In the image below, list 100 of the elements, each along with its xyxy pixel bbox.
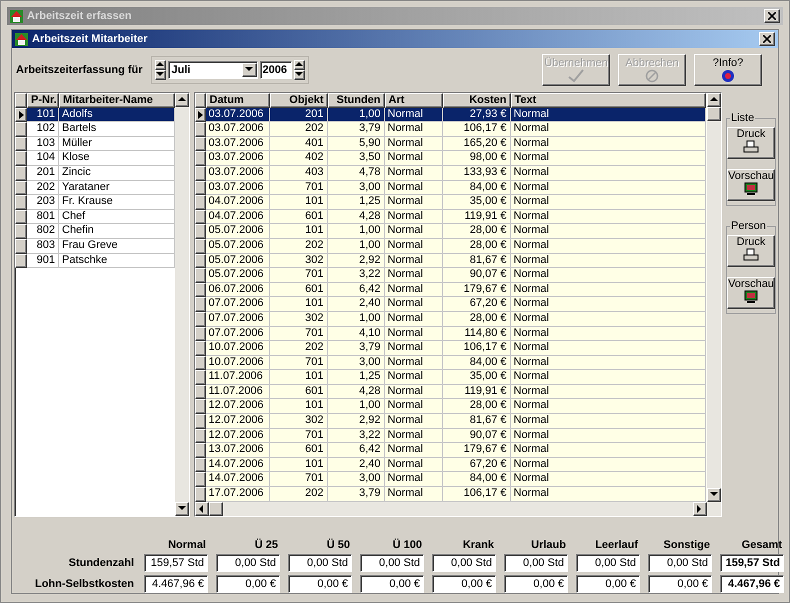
table-cell[interactable]: 106,17 € [442, 341, 510, 356]
table-cell[interactable]: Normal [510, 414, 706, 429]
table-cell[interactable]: Normal [384, 238, 442, 254]
row-selector[interactable] [15, 166, 27, 181]
table-cell[interactable]: Normal [510, 180, 706, 196]
table-cell[interactable]: 05.07.2006 [206, 224, 270, 239]
table-cell[interactable]: 81,67 € [442, 414, 510, 429]
table-cell[interactable]: 10.07.2006 [206, 356, 270, 370]
table-cell[interactable]: 12.07.2006 [206, 399, 270, 414]
table-cell[interactable]: 1,00 [328, 238, 384, 254]
table-cell[interactable]: 803 [27, 238, 59, 254]
row-selector[interactable] [194, 151, 206, 166]
table-cell[interactable]: 165,20 € [442, 136, 510, 152]
table-cell[interactable]: 401 [270, 136, 328, 152]
table-cell[interactable]: 101 [270, 458, 328, 472]
year-field[interactable]: 2006 [260, 61, 292, 79]
table-cell[interactable]: 4,28 [328, 210, 384, 224]
table-cell[interactable]: 1,00 [328, 399, 384, 414]
table-cell[interactable]: Normal [384, 136, 442, 152]
table-cell[interactable]: 601 [270, 443, 328, 458]
table-cell[interactable]: Normal [510, 238, 706, 254]
table-cell[interactable]: 1,25 [328, 195, 384, 210]
table-cell[interactable]: 35,00 € [442, 195, 510, 210]
table-cell[interactable]: 2,40 [328, 297, 384, 312]
table-cell[interactable]: Normal [384, 472, 442, 488]
table-cell[interactable]: 203 [27, 195, 59, 210]
table-cell[interactable]: Normal [384, 282, 442, 298]
table-cell[interactable]: 35,00 € [442, 370, 510, 385]
table-cell[interactable]: Normal [510, 472, 706, 488]
table-cell[interactable]: 901 [27, 254, 59, 268]
row-selector[interactable] [194, 341, 206, 356]
table-cell[interactable]: 11.07.2006 [206, 370, 270, 385]
table-cell[interactable]: 106,17 € [442, 487, 510, 502]
table-cell[interactable]: Normal [384, 297, 442, 312]
column-header[interactable]: Mitarbeiter-Name [59, 93, 174, 108]
table-cell[interactable]: Normal [510, 268, 706, 283]
table-cell[interactable]: 28,00 € [442, 399, 510, 414]
table-cell[interactable]: Normal [384, 428, 442, 444]
table-cell[interactable]: 05.07.2006 [206, 238, 270, 254]
table-cell[interactable]: Normal [384, 384, 442, 400]
table-cell[interactable]: 102 [27, 122, 59, 137]
spin-up-button[interactable] [294, 60, 305, 70]
table-cell[interactable]: 07.07.2006 [206, 297, 270, 312]
table-cell[interactable]: 801 [27, 210, 59, 224]
close-button[interactable] [759, 32, 775, 46]
table-cell[interactable]: 202 [270, 487, 328, 502]
table-cell[interactable]: 601 [270, 384, 328, 400]
table-cell[interactable]: 302 [270, 312, 328, 326]
table-cell[interactable]: 10.07.2006 [206, 341, 270, 356]
table-cell[interactable]: 05.07.2006 [206, 268, 270, 283]
table-cell[interactable]: 119,91 € [442, 210, 510, 224]
table-cell[interactable]: 11.07.2006 [206, 384, 270, 400]
table-cell[interactable]: Adolfs [59, 108, 174, 122]
close-button[interactable] [764, 9, 780, 23]
column-header[interactable]: Art [384, 93, 442, 108]
row-selector[interactable] [194, 180, 206, 196]
table-cell[interactable]: Normal [510, 254, 706, 268]
row-selector[interactable] [194, 297, 206, 312]
table-cell[interactable]: Chef [59, 210, 174, 224]
table-cell[interactable]: 202 [270, 122, 328, 137]
table-cell[interactable]: Normal [510, 384, 706, 400]
table-cell[interactable]: 04.07.2006 [206, 210, 270, 224]
table-cell[interactable]: 4,28 [328, 384, 384, 400]
table-cell[interactable]: 802 [27, 224, 59, 239]
table-cell[interactable]: 14.07.2006 [206, 458, 270, 472]
table-cell[interactable]: Normal [510, 443, 706, 458]
table-cell[interactable]: Patschke [59, 254, 174, 268]
table-cell[interactable]: 2,92 [328, 254, 384, 268]
table-cell[interactable]: Normal [510, 195, 706, 210]
column-header[interactable]: Text [510, 93, 706, 108]
table-cell[interactable]: 601 [270, 282, 328, 298]
table-cell[interactable]: 201 [270, 108, 328, 122]
table-cell[interactable]: Normal [384, 151, 442, 166]
table-cell[interactable]: Normal [384, 487, 442, 502]
table-cell[interactable]: 701 [270, 472, 328, 488]
table-cell[interactable]: 1,00 [328, 312, 384, 326]
table-cell[interactable]: 104 [27, 151, 59, 166]
table-cell[interactable]: 4,78 [328, 166, 384, 181]
table-cell[interactable]: Normal [384, 224, 442, 239]
row-selector[interactable] [194, 282, 206, 298]
row-selector[interactable] [194, 136, 206, 152]
table-cell[interactable]: 05.07.2006 [206, 254, 270, 268]
table-cell[interactable]: 28,00 € [442, 224, 510, 239]
row-selector[interactable] [194, 238, 206, 254]
vertical-scrollbar[interactable] [707, 93, 721, 516]
month-dropdown[interactable]: Juli [168, 61, 258, 79]
row-selector[interactable] [15, 122, 27, 137]
row-selector[interactable] [194, 210, 206, 224]
row-selector[interactable] [15, 195, 27, 210]
row-selector[interactable] [194, 326, 206, 342]
horizontal-scrollbar[interactable] [194, 502, 707, 516]
table-cell[interactable]: Müller [59, 136, 174, 152]
table-cell[interactable]: 114,80 € [442, 326, 510, 342]
row-selector[interactable] [15, 151, 27, 166]
scroll-thumb[interactable] [707, 107, 721, 121]
table-cell[interactable]: 201 [27, 166, 59, 181]
table-cell[interactable]: Normal [384, 399, 442, 414]
table-cell[interactable]: 6,42 [328, 443, 384, 458]
table-cell[interactable]: Bartels [59, 122, 174, 137]
table-cell[interactable]: 103 [27, 136, 59, 152]
